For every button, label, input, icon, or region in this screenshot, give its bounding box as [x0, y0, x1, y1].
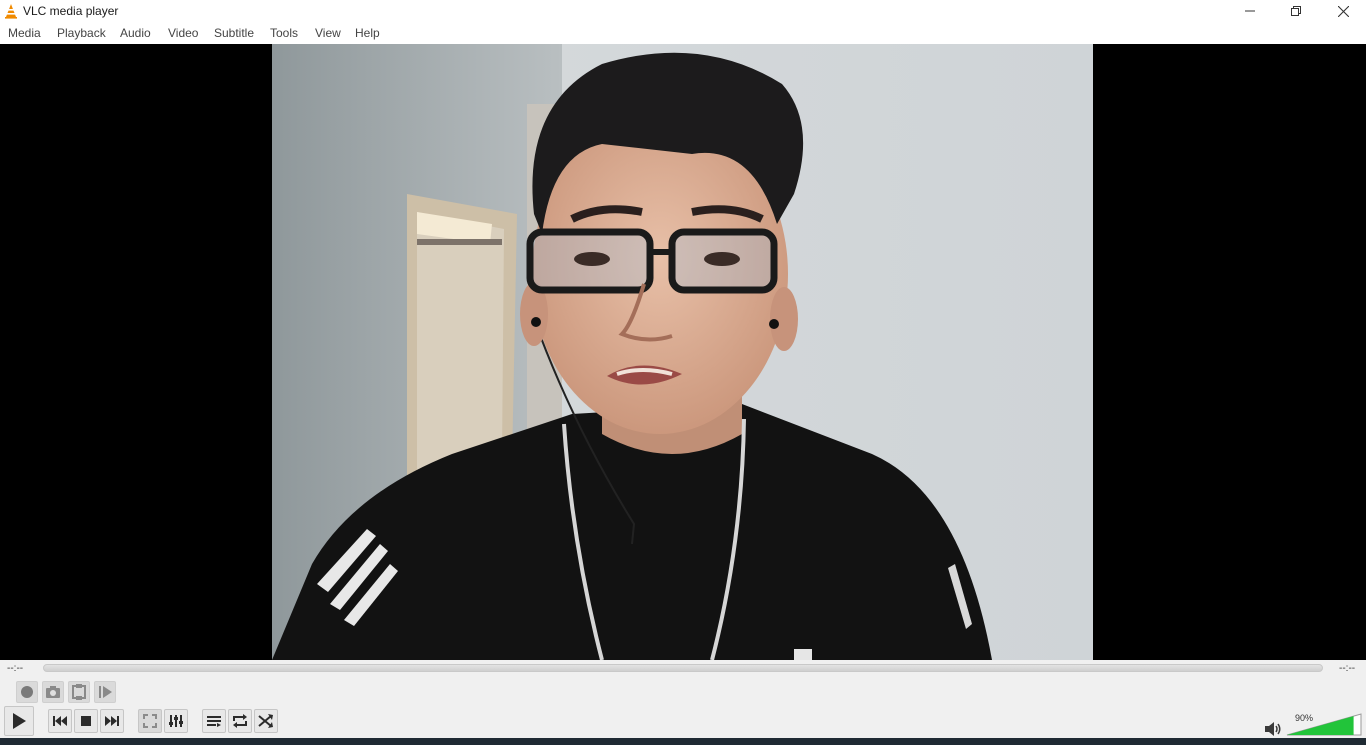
title-bar: VLC media player	[0, 0, 1366, 22]
frame-step-icon	[99, 686, 112, 698]
loop-ab-button[interactable]	[68, 681, 90, 703]
stop-icon	[81, 716, 91, 726]
previous-button[interactable]	[48, 709, 72, 733]
speaker-icon[interactable]	[1264, 721, 1282, 737]
seek-slider[interactable]	[43, 664, 1323, 672]
next-button[interactable]	[100, 709, 124, 733]
loop-ab-icon	[72, 684, 86, 700]
minimize-icon	[1245, 10, 1255, 12]
minimize-button[interactable]	[1227, 0, 1273, 22]
menu-subtitle[interactable]: Subtitle	[214, 26, 254, 40]
vlc-cone-icon	[5, 4, 17, 19]
extended-settings-icon	[169, 715, 183, 727]
play-icon	[13, 713, 26, 729]
stop-button[interactable]	[74, 709, 98, 733]
fullscreen-icon	[143, 714, 157, 728]
restore-icon	[1291, 6, 1301, 16]
loop-button[interactable]	[228, 709, 252, 733]
controls-panel: --:-- --:-- 90%	[0, 660, 1366, 738]
play-button[interactable]	[4, 706, 34, 736]
webcam-video-image	[272, 44, 1093, 660]
shuffle-icon	[258, 714, 273, 728]
elapsed-time: --:--	[7, 663, 24, 674]
menu-media[interactable]: Media	[8, 26, 41, 40]
playlist-icon	[207, 716, 221, 727]
menu-tools[interactable]: Tools	[270, 26, 298, 40]
snapshot-button[interactable]	[42, 681, 64, 703]
loop-icon	[233, 714, 247, 728]
menu-video[interactable]: Video	[168, 26, 198, 40]
menu-audio[interactable]: Audio	[120, 26, 151, 40]
close-button[interactable]	[1320, 0, 1366, 22]
restore-button[interactable]	[1273, 0, 1319, 22]
remaining-time[interactable]: --:--	[1339, 663, 1355, 674]
frame-step-button[interactable]	[94, 681, 116, 703]
fullscreen-button[interactable]	[138, 709, 162, 733]
video-display[interactable]	[0, 44, 1366, 660]
next-icon	[105, 716, 119, 726]
playlist-button[interactable]	[202, 709, 226, 733]
extended-settings-button[interactable]	[164, 709, 188, 733]
volume-percentage: 90%	[1295, 713, 1314, 723]
previous-icon	[53, 716, 67, 726]
record-button[interactable]	[16, 681, 38, 703]
shuffle-button[interactable]	[254, 709, 278, 733]
video-frame	[272, 44, 1093, 660]
window-title: VLC media player	[23, 4, 119, 18]
menu-bar: Media Playback Audio Video Subtitle Tool…	[0, 22, 1366, 44]
record-icon	[21, 686, 33, 698]
taskbar-edge	[0, 738, 1366, 745]
close-icon	[1337, 5, 1349, 17]
snapshot-icon	[46, 686, 60, 698]
menu-view[interactable]: View	[315, 26, 341, 40]
menu-playback[interactable]: Playback	[57, 26, 106, 40]
menu-help[interactable]: Help	[355, 26, 380, 40]
